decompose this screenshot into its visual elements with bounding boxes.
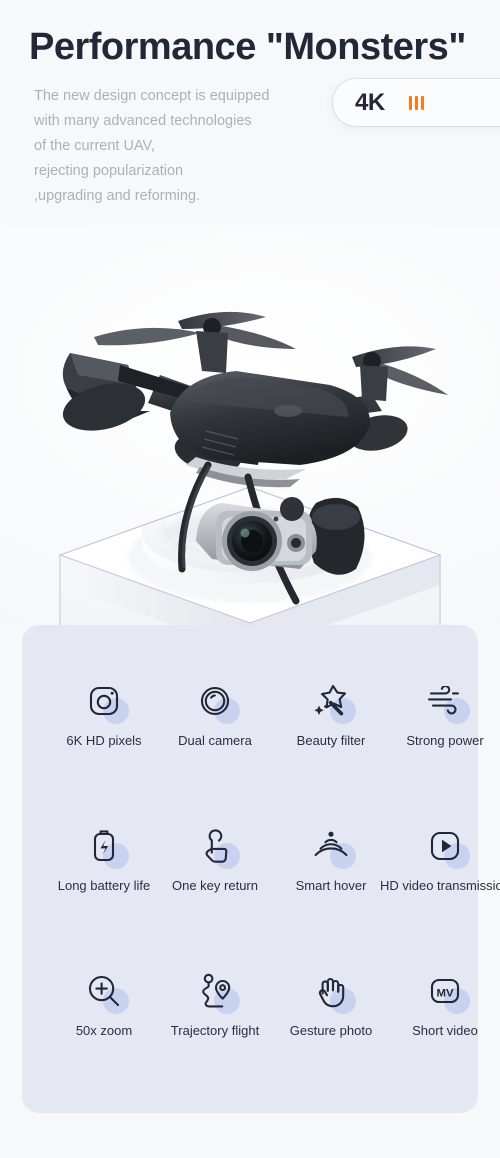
subtitle-line: ,upgrading and reforming. (34, 188, 201, 204)
magnifier-plus-icon (81, 968, 129, 1014)
lens-icon (192, 678, 240, 724)
feature-item-gesture-photo[interactable]: Gesture photo (272, 968, 390, 1039)
subtitle-line: with many advanced technologies (34, 113, 252, 129)
page-title: Performance "Monsters" (29, 26, 466, 68)
feature-label: 50x zoom (75, 1023, 133, 1038)
feature-item-beauty-filter[interactable]: Beauty filter (272, 678, 390, 749)
feature-label: Beauty filter (296, 733, 366, 748)
battery-charge-icon (81, 823, 129, 869)
subtitle-line: of the current UAV, (34, 138, 155, 154)
feature-item-dual-camera[interactable]: Dual camera (156, 678, 274, 749)
magic-wand-icon (308, 678, 356, 724)
feature-label: 6K HD pixels (66, 733, 142, 748)
signal-bars-icon (408, 95, 424, 110)
feature-item-long-battery-life[interactable]: Long battery life (45, 823, 163, 894)
subtitle-line: The new design concept is equipped (34, 88, 270, 104)
feature-label: One key return (172, 878, 258, 893)
page-subtitle: The new design concept is equipped with … (34, 84, 334, 209)
subtitle-line: rejecting popularization (34, 163, 184, 179)
route-pin-icon (192, 968, 240, 1014)
open-hand-icon (308, 968, 356, 1014)
feature-label: Long battery life (57, 878, 151, 893)
feature-item-hd-video-transmission[interactable]: HD video transmission (365, 823, 500, 894)
feature-label: Short video (412, 1023, 478, 1038)
feature-item-one-key-return[interactable]: One key return (156, 823, 274, 894)
features-grid: 6K HD pixels Dual camera Beauty filter S… (22, 625, 500, 1113)
camera-icon (81, 678, 129, 724)
feature-label: Trajectory flight (170, 1023, 260, 1038)
play-square-icon (422, 823, 470, 869)
feature-item-50x-zoom[interactable]: 50x zoom (45, 968, 163, 1039)
feature-label: Dual camera (178, 733, 252, 748)
features-card: 6K HD pixels Dual camera Beauty filter S… (22, 625, 500, 1113)
feature-label: Gesture photo (289, 1023, 373, 1038)
feature-item-6k-hd-pixels[interactable]: 6K HD pixels (45, 678, 163, 749)
feature-label: Strong power (406, 733, 484, 748)
feature-label: HD video transmission (379, 878, 500, 893)
wind-icon (422, 678, 470, 724)
product-image (0, 225, 500, 625)
signal-waves-icon (308, 823, 356, 869)
feature-item-trajectory-flight[interactable]: Trajectory flight (156, 968, 274, 1039)
feature-item-strong-power[interactable]: Strong power (386, 678, 500, 749)
resolution-badge: 4K (333, 79, 500, 126)
feature-item-short-video[interactable]: MV Short video (386, 968, 500, 1039)
mv-square-icon: MV (422, 968, 470, 1014)
svg-text:MV: MV (436, 987, 453, 999)
resolution-badge-label: 4K (355, 88, 385, 116)
tap-hand-icon (192, 823, 240, 869)
